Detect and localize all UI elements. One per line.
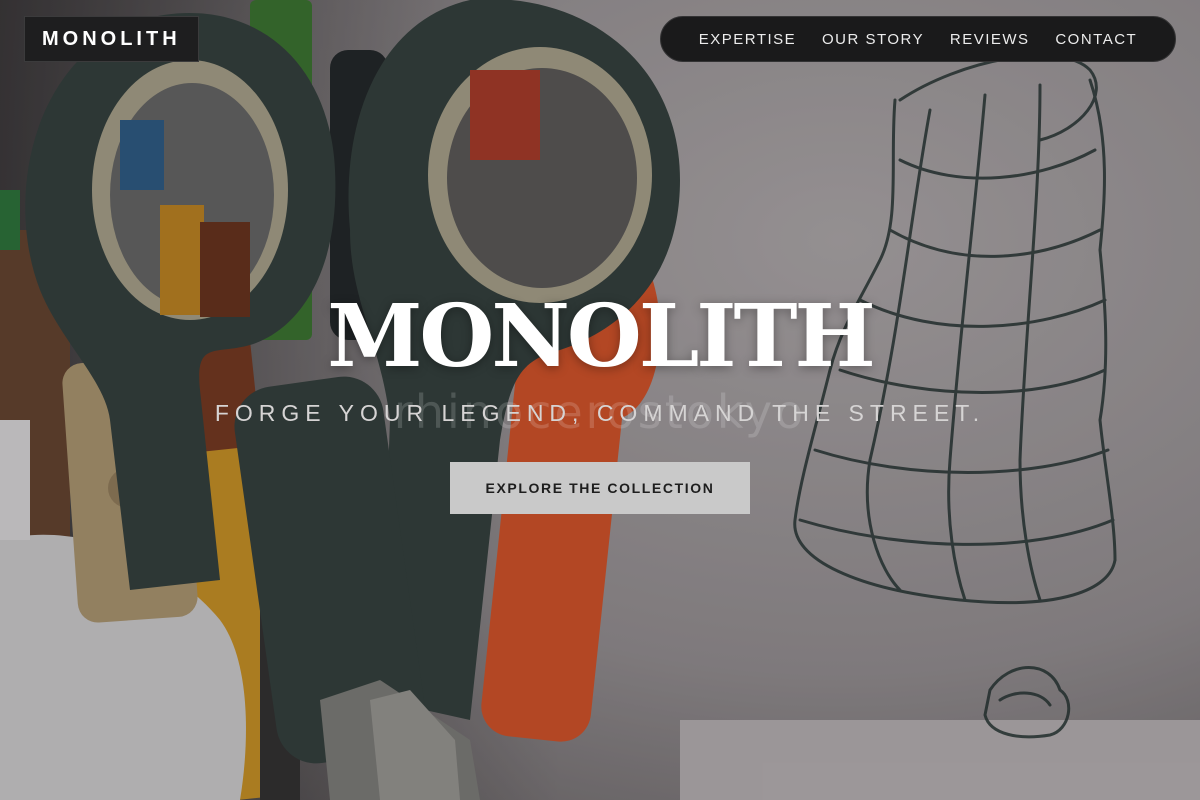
nav-link-our-story[interactable]: OUR STORY [822, 31, 924, 48]
nav-link-expertise[interactable]: EXPERTISE [699, 31, 796, 48]
nav-link-reviews[interactable]: REVIEWS [950, 31, 1030, 48]
hero-title: MONOLITH [327, 286, 876, 387]
nav-link-contact[interactable]: CONTACT [1055, 31, 1137, 48]
hero-tagline: FORGE YOUR LEGEND, COMMAND THE STREET. [214, 400, 986, 426]
hero-section: MONOLITH EXPERTISE OUR STORY REVIEWS CON… [0, 0, 1200, 800]
explore-collection-button[interactable]: EXPLORE THE COLLECTION [450, 462, 750, 514]
brand-logo[interactable]: MONOLITH [24, 16, 199, 62]
main-nav: EXPERTISE OUR STORY REVIEWS CONTACT [660, 16, 1176, 62]
